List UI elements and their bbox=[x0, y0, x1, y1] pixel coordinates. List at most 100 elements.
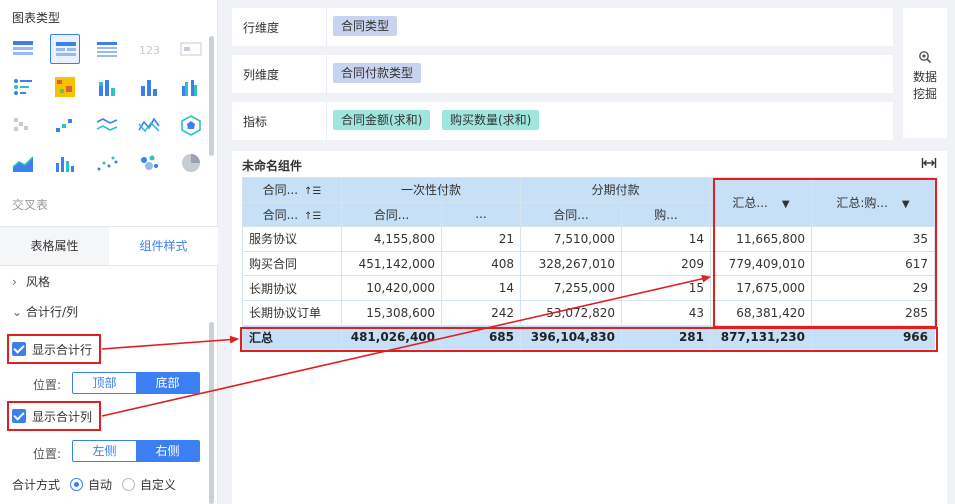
show-total-col-checkbox[interactable]: 显示合计列 bbox=[12, 406, 92, 426]
metric-chip-amount[interactable]: 合同金额(求和) bbox=[333, 110, 431, 130]
tab-component-style[interactable]: 组件样式 bbox=[109, 227, 218, 265]
col-position-left[interactable]: 左侧 bbox=[73, 441, 136, 461]
divider bbox=[326, 102, 327, 140]
cell: 35 bbox=[811, 226, 935, 252]
line-scatter-icon[interactable] bbox=[50, 110, 80, 140]
dot-chart-icon[interactable] bbox=[92, 148, 122, 178]
stacked-bar-icon[interactable] bbox=[92, 72, 122, 102]
total-cell: 966 bbox=[811, 324, 935, 351]
pie-chart-icon[interactable] bbox=[176, 148, 206, 178]
row-dimension-chip[interactable]: 合同类型 bbox=[333, 16, 398, 36]
cell: 617 bbox=[811, 250, 935, 277]
heatmap-icon[interactable] bbox=[50, 72, 80, 102]
row-header-cell[interactable]: 合同... ↑☰ bbox=[242, 201, 342, 228]
row-header-cell[interactable]: 合同... ↑☰ bbox=[242, 177, 342, 203]
metric-label: 指标 bbox=[243, 115, 268, 129]
multi-line-icon[interactable] bbox=[92, 110, 122, 140]
polygon-icon[interactable] bbox=[176, 110, 206, 140]
col-dimension-box: 列维度 合同付款类型 bbox=[232, 55, 893, 93]
kpi-number-icon[interactable]: 123 bbox=[134, 34, 164, 64]
radar-line-icon[interactable] bbox=[134, 110, 164, 140]
data-mining-line2: 挖掘 bbox=[912, 87, 937, 101]
component-title: 未命名组件 bbox=[242, 159, 303, 173]
radio-custom-label: 自定义 bbox=[140, 478, 177, 492]
kpi-card-icon[interactable] bbox=[176, 34, 206, 64]
cell: 328,267,010 bbox=[520, 250, 622, 277]
cell: 4,155,800 bbox=[341, 226, 442, 252]
data-mining-button[interactable]: 数据 挖掘 bbox=[903, 8, 947, 138]
show-total-col-label: 显示合计列 bbox=[32, 409, 93, 424]
checkbox-checked-icon bbox=[12, 342, 26, 356]
show-total-row-checkbox[interactable]: 显示合计行 bbox=[12, 339, 92, 359]
cell: 7,255,000 bbox=[520, 275, 622, 301]
area-chart-icon[interactable] bbox=[8, 148, 38, 178]
group-table-icon[interactable] bbox=[50, 34, 80, 64]
cross-table-icon[interactable] bbox=[8, 34, 38, 64]
cell: 53,072,820 bbox=[520, 299, 622, 326]
data-mining-line1: 数据 bbox=[912, 70, 937, 84]
detail-table-icon[interactable] bbox=[92, 34, 122, 64]
col-position-toggle: 左侧 右侧 bbox=[72, 440, 200, 462]
col-sub-header: ... bbox=[441, 201, 521, 228]
total-cell: 481,026,400 bbox=[341, 324, 442, 351]
tab-table-properties[interactable]: 表格属性 bbox=[0, 227, 109, 265]
col-sub-header: 合同... bbox=[520, 201, 622, 228]
section-style-label: 风格 bbox=[26, 275, 51, 289]
table-row: 服务协议 4,155,800 21 7,510,000 14 11,665,80… bbox=[242, 226, 935, 252]
scatter-list-icon[interactable] bbox=[8, 72, 38, 102]
grouped-bar-icon[interactable] bbox=[176, 72, 206, 102]
section-total-label: 合计行/列 bbox=[26, 305, 79, 319]
cell: 14 bbox=[621, 226, 711, 252]
total-qty-header[interactable]: 汇总:购... ▼ bbox=[811, 176, 935, 228]
row-name: 长期协议订单 bbox=[242, 299, 342, 326]
dropdown-icon[interactable]: ▼ bbox=[902, 199, 910, 210]
cell: 451,142,000 bbox=[341, 250, 442, 277]
section-style[interactable]: › 风格 bbox=[12, 273, 50, 290]
show-total-row-label: 显示合计行 bbox=[32, 342, 93, 357]
row-name: 购买合同 bbox=[242, 250, 342, 277]
cell: 11,665,800 bbox=[710, 226, 812, 252]
divider bbox=[326, 55, 327, 93]
chevron-right-icon: › bbox=[12, 275, 17, 289]
total-amount-header[interactable]: 汇总... ▼ bbox=[710, 176, 812, 228]
chart-type-name: 交叉表 bbox=[12, 198, 49, 212]
cell: 21 bbox=[441, 226, 521, 252]
metric-chip-quantity[interactable]: 购买数量(求和) bbox=[442, 110, 540, 130]
cell: 7,510,000 bbox=[520, 226, 622, 252]
cell: 408 bbox=[441, 250, 521, 277]
combo-bar-icon[interactable] bbox=[50, 148, 80, 178]
section-total-rowcol[interactable]: ⌄ 合计行/列 bbox=[12, 303, 78, 320]
radio-auto[interactable] bbox=[70, 478, 84, 491]
bubble-icon[interactable] bbox=[134, 148, 164, 178]
col-position-right[interactable]: 右侧 bbox=[136, 441, 199, 461]
row-dimension-label: 行维度 bbox=[243, 21, 280, 35]
sort-icon[interactable]: ↑☰ bbox=[304, 211, 321, 222]
col-dimension-chip[interactable]: 合同付款类型 bbox=[333, 63, 422, 83]
col-group-header: 一次性付款 bbox=[341, 177, 521, 203]
magnifier-icon bbox=[919, 51, 932, 64]
cell: 285 bbox=[811, 299, 935, 326]
radio-auto-label: 自动 bbox=[88, 478, 113, 492]
cell: 779,409,010 bbox=[710, 250, 812, 277]
total-cell: 685 bbox=[441, 324, 521, 351]
table-row: 长期协议 10,420,000 14 7,255,000 15 17,675,0… bbox=[242, 275, 935, 301]
dropdown-icon[interactable]: ▼ bbox=[782, 199, 790, 210]
total-method-label: 合计方式 bbox=[12, 478, 61, 492]
row-position-bottom[interactable]: 底部 bbox=[136, 373, 199, 393]
cell: 68,381,420 bbox=[710, 299, 812, 326]
row-name: 服务协议 bbox=[242, 226, 342, 252]
radio-custom[interactable] bbox=[122, 478, 136, 491]
scrollbar[interactable] bbox=[209, 36, 214, 156]
row-position-top[interactable]: 顶部 bbox=[73, 373, 136, 393]
cell: 10,420,000 bbox=[341, 275, 442, 301]
waterfall-icon[interactable] bbox=[8, 110, 38, 140]
pivot-table: 合同... ↑☰ 一次性付款 分期付款 汇总... ▼ 汇总:购... ▼ 合同...… bbox=[242, 176, 935, 351]
expand-width-icon[interactable] bbox=[921, 156, 937, 170]
bar-chart-icon[interactable] bbox=[134, 72, 164, 102]
sort-icon[interactable]: ↑☰ bbox=[304, 186, 321, 197]
cell: 43 bbox=[621, 299, 711, 326]
total-cell: 396,104,830 bbox=[520, 324, 622, 351]
table-row: 购买合同 451,142,000 408 328,267,010 209 779… bbox=[242, 250, 935, 277]
divider bbox=[326, 8, 327, 46]
scrollbar[interactable] bbox=[209, 322, 214, 504]
